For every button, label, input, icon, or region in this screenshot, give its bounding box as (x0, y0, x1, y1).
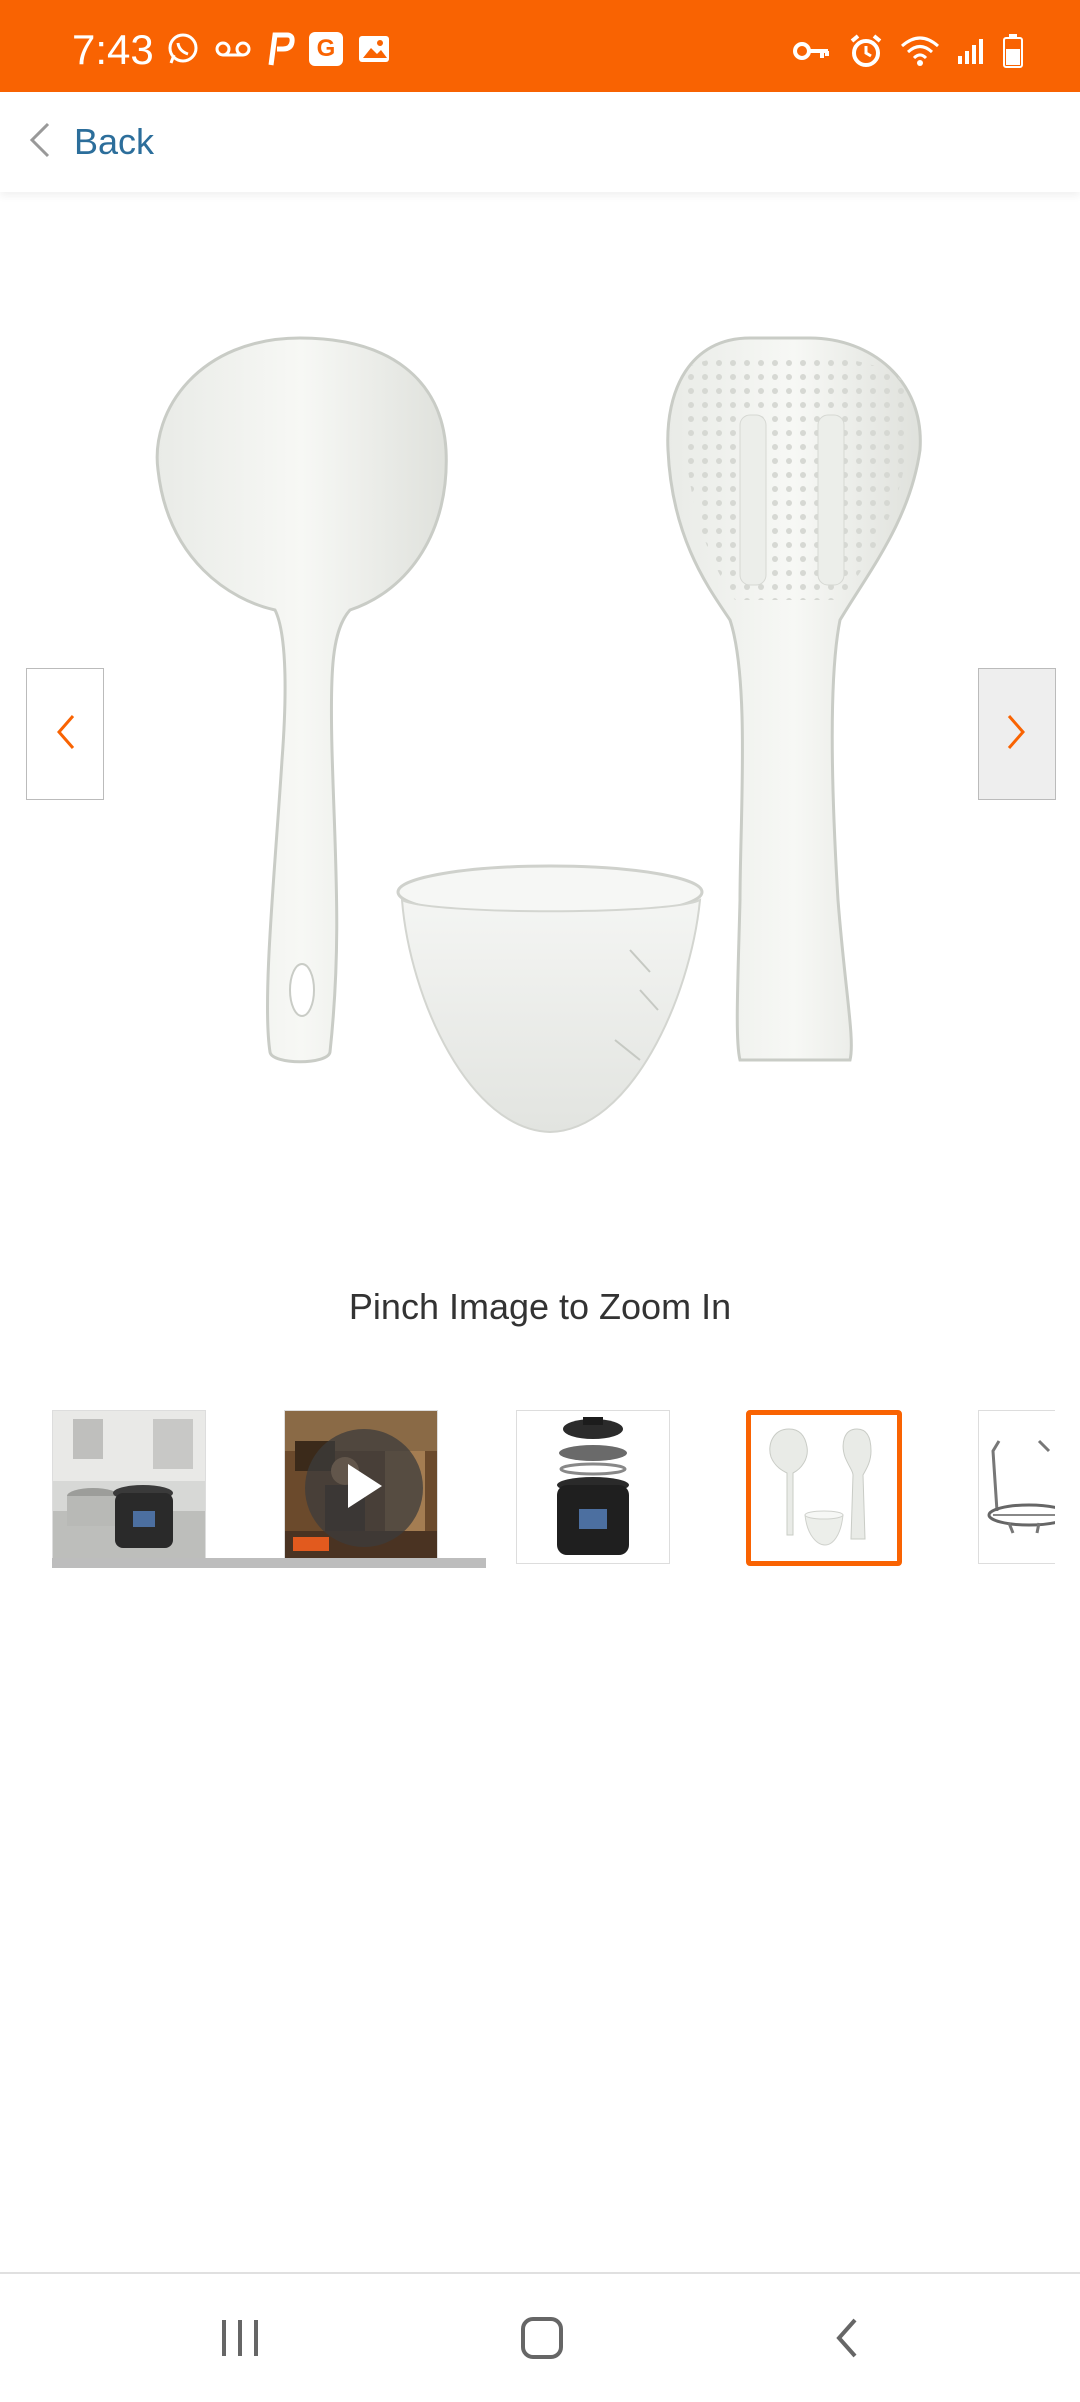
voicemail-icon (215, 30, 251, 68)
play-button[interactable] (305, 1429, 423, 1547)
back-button[interactable]: Back (26, 114, 154, 170)
measuring-cup-shape (396, 864, 704, 1134)
app-header: Back (0, 92, 1080, 192)
status-right-icons (792, 32, 1024, 70)
rice-paddle-shape (666, 336, 922, 1062)
home-icon (520, 2316, 564, 2365)
video-progress-bar (52, 1558, 486, 1568)
thumbnail-kitchen-scene[interactable] (52, 1410, 206, 1564)
status-left-icons: G (165, 30, 391, 68)
p-app-icon (265, 30, 295, 68)
chevron-left-icon (26, 120, 54, 165)
chevron-left-icon (51, 710, 79, 759)
home-button[interactable] (502, 2308, 582, 2372)
back-label: Back (74, 121, 155, 162)
thumbnail-cooker-exploded[interactable] (516, 1410, 670, 1564)
thumbnail-steam-rack[interactable] (978, 1410, 1055, 1564)
thumbnail-video[interactable] (284, 1410, 438, 1564)
gallery-icon (357, 30, 391, 68)
main-product-image[interactable] (110, 300, 970, 1160)
g-app-icon: G (309, 32, 343, 66)
pinch-to-zoom-hint: Pinch Image to Zoom In (348, 1286, 732, 1327)
battery-icon (1002, 32, 1024, 70)
previous-image-button[interactable] (26, 668, 104, 800)
back-icon (831, 2316, 861, 2365)
signal-icon (956, 32, 986, 70)
status-bar: 7:43 G (0, 0, 1080, 92)
thumbnail-utensils[interactable] (746, 1410, 902, 1566)
system-back-button[interactable] (806, 2308, 886, 2372)
next-image-button[interactable] (978, 668, 1056, 800)
ladle-shape (155, 336, 448, 1064)
wifi-icon (900, 32, 940, 70)
status-time: 7:43 (72, 26, 154, 73)
whatsapp-icon (165, 30, 201, 68)
vpn-key-icon (792, 32, 832, 70)
recent-apps-icon (218, 2318, 262, 2363)
thumbnail-strip[interactable] (52, 1410, 1056, 1570)
play-icon (342, 1460, 386, 1517)
chevron-right-icon (1003, 710, 1031, 759)
alarm-icon (848, 32, 884, 70)
recent-apps-button[interactable] (200, 2308, 280, 2372)
system-navigation-bar (0, 2272, 1080, 2402)
